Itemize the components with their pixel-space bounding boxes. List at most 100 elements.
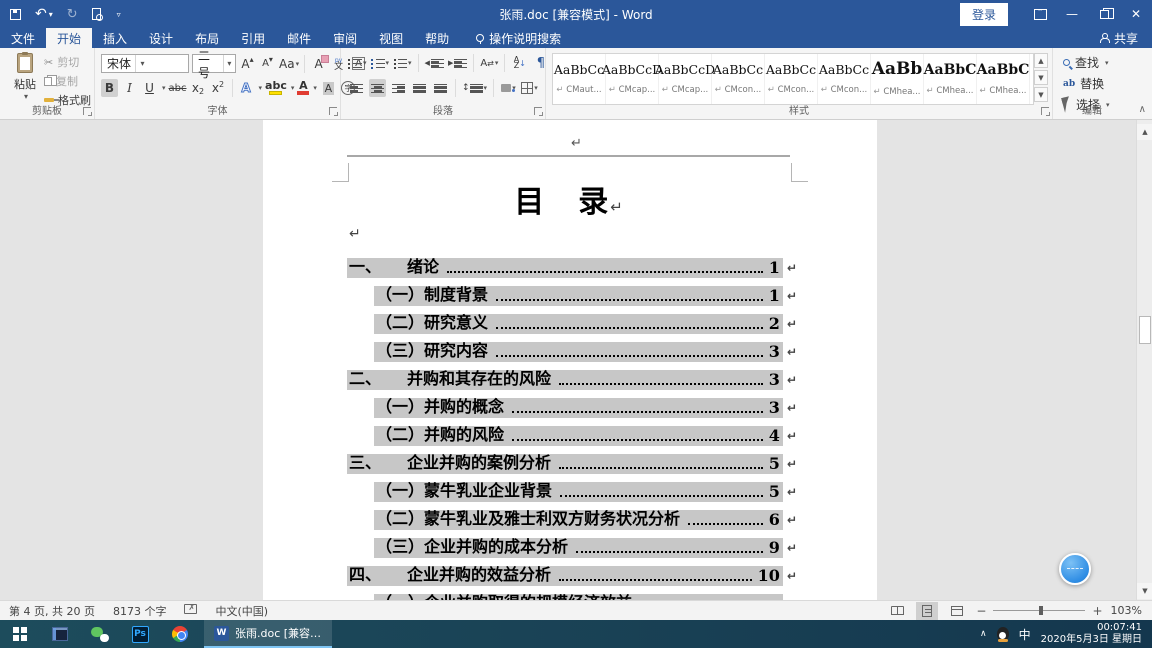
asian-layout-button[interactable]: A⇄▾ [480, 54, 498, 72]
font-color-button[interactable]: A [297, 79, 309, 97]
strikethrough-button[interactable]: abc [169, 79, 187, 97]
shading-button[interactable]: ▾ [500, 79, 517, 97]
character-shading-button[interactable]: A [320, 79, 337, 97]
tab-layout[interactable]: 布局 [184, 28, 230, 48]
tab-design[interactable]: 设计 [138, 28, 184, 48]
vertical-scrollbar[interactable]: ▲ ▼ [1136, 120, 1152, 600]
clear-formatting-button[interactable]: A [310, 55, 327, 73]
document-page[interactable]: ↵ 目 录↵ ↵ 一、绪论1↵ （一）制度背景1↵ （二）研究意义2↵ （三）研… [263, 120, 877, 600]
style-card[interactable]: AaBbCc↵ CMcon... [765, 54, 818, 104]
font-dialog-launcher-icon[interactable] [329, 107, 337, 115]
find-button[interactable]: 查找▾ [1063, 54, 1110, 71]
text-highlight-button[interactable]: abc [265, 79, 287, 97]
underline-button[interactable]: U [141, 79, 158, 97]
ribbon-display-options-icon[interactable]: ⌃ [1024, 0, 1056, 28]
scrollbar-thumb[interactable] [1139, 316, 1151, 344]
tab-review[interactable]: 审阅 [322, 28, 368, 48]
tab-help[interactable]: 帮助 [414, 28, 460, 48]
shrink-font-button[interactable]: A▾ [259, 55, 276, 73]
style-card[interactable]: AaBbCc↵ CMcon... [818, 54, 871, 104]
photoshop-icon[interactable]: Ps [120, 620, 160, 648]
tab-mailings[interactable]: 邮件 [276, 28, 322, 48]
borders-button[interactable]: ▾ [521, 79, 538, 97]
tray-expand-icon[interactable]: ∧ [980, 629, 987, 639]
restore-button[interactable] [1088, 0, 1120, 28]
clipboard-dialog-launcher-icon[interactable] [83, 107, 91, 115]
grow-font-button[interactable]: A▴ [239, 55, 256, 73]
change-case-button[interactable]: Aa▾ [279, 55, 299, 73]
tab-insert[interactable]: 插入 [92, 28, 138, 48]
text-effects-button[interactable]: A [238, 79, 255, 97]
style-card[interactable]: AaBbCc↵ CMaut... [553, 54, 606, 104]
replace-button[interactable]: ab替换 [1063, 75, 1110, 92]
redo-icon[interactable]: ↻ [67, 4, 78, 24]
bold-button[interactable]: B [101, 79, 118, 97]
sort-button[interactable]: AZ↓ [511, 54, 528, 72]
increase-indent-button[interactable]: ▶ [448, 54, 467, 72]
italic-button[interactable]: I [121, 79, 138, 97]
tab-file[interactable]: 文件 [0, 28, 46, 48]
style-card[interactable]: AaBbC↵ CMhea... [977, 54, 1030, 104]
zoom-slider[interactable] [993, 610, 1085, 611]
start-button[interactable] [0, 620, 40, 648]
web-layout-icon[interactable] [946, 602, 968, 620]
font-name-combo[interactable]: 宋体▾ [101, 54, 189, 73]
style-card[interactable]: AaBbC↵ CMhea... [924, 54, 977, 104]
align-center-button[interactable] [369, 79, 386, 97]
styles-scroll-down-icon[interactable]: ▼ [1034, 70, 1048, 85]
share-button[interactable]: 共享 [1099, 28, 1152, 48]
numbering-button[interactable]: ▾ [371, 54, 390, 72]
distribute-button[interactable] [432, 79, 449, 97]
chevron-down-icon[interactable]: ▾ [223, 55, 235, 72]
multilevel-list-button[interactable]: ▾ [393, 54, 412, 72]
undo-icon[interactable]: ↶▾ [35, 4, 53, 24]
style-card[interactable]: AaBbCc↵ CMcon... [712, 54, 765, 104]
scroll-up-icon[interactable]: ▲ [1137, 124, 1152, 140]
cut-button[interactable]: ✂剪切 [44, 54, 91, 70]
font-size-combo[interactable]: 二号▾ [192, 54, 236, 73]
decrease-indent-button[interactable]: ◀ [425, 54, 444, 72]
proofing-icon[interactable] [175, 604, 206, 617]
minimize-button[interactable]: — [1056, 0, 1088, 28]
tab-view[interactable]: 视图 [368, 28, 414, 48]
clock[interactable]: 00:07:41 2020年5月3日 星期日 [1041, 622, 1142, 646]
close-button[interactable]: ✕ [1120, 0, 1152, 28]
ime-indicator[interactable]: 中 [1019, 626, 1031, 643]
word-task-button[interactable]: W 张雨.doc [兼容模... [204, 620, 332, 648]
paragraph-dialog-launcher-icon[interactable] [534, 107, 542, 115]
tell-me-search[interactable]: 操作说明搜索 [466, 28, 571, 48]
floating-assistant-ball[interactable] [1059, 553, 1091, 585]
superscript-button[interactable]: x2 [210, 79, 227, 97]
tab-home[interactable]: 开始 [46, 28, 92, 48]
tab-references[interactable]: 引用 [230, 28, 276, 48]
align-right-button[interactable] [390, 79, 407, 97]
copy-button[interactable]: 复制 [44, 73, 91, 89]
style-card[interactable]: AaBb↵ CMhea... [871, 54, 924, 104]
zoom-slider-thumb[interactable] [1039, 606, 1043, 615]
style-card[interactable]: AaBbCcD↵ CMcap... [606, 54, 659, 104]
page-indicator[interactable]: 第 4 页, 共 20 页 [0, 603, 104, 619]
read-mode-icon[interactable] [886, 602, 908, 620]
styles-scroll-up-icon[interactable]: ▲ [1034, 53, 1048, 68]
subscript-button[interactable]: x2 [190, 79, 207, 97]
zoom-in-button[interactable]: + [1092, 604, 1102, 618]
justify-button[interactable] [411, 79, 428, 97]
wechat-icon[interactable] [80, 620, 120, 648]
customize-qat-icon[interactable]: ▿ [115, 4, 121, 24]
qq-icon[interactable] [997, 627, 1009, 641]
save-icon[interactable] [10, 4, 21, 24]
language-indicator[interactable]: 中文(中国) [206, 603, 277, 619]
paste-dropdown-icon[interactable]: ▾ [24, 92, 28, 101]
styles-dialog-launcher-icon[interactable] [1041, 107, 1049, 115]
print-layout-icon[interactable] [916, 602, 938, 620]
sign-in-button[interactable]: 登录 [960, 3, 1008, 26]
print-preview-icon[interactable] [92, 4, 101, 24]
taskbar-app-window-icon[interactable] [40, 620, 80, 648]
zoom-percentage[interactable]: 103% [1111, 604, 1142, 617]
styles-more-icon[interactable]: ▼ [1034, 87, 1048, 102]
chevron-down-icon[interactable]: ▾ [135, 55, 149, 72]
chrome-icon[interactable] [160, 620, 200, 648]
bullets-button[interactable]: ▾ [348, 54, 367, 72]
word-count[interactable]: 8173 个字 [104, 603, 176, 619]
collapse-ribbon-icon[interactable]: ∧ [1139, 104, 1146, 115]
